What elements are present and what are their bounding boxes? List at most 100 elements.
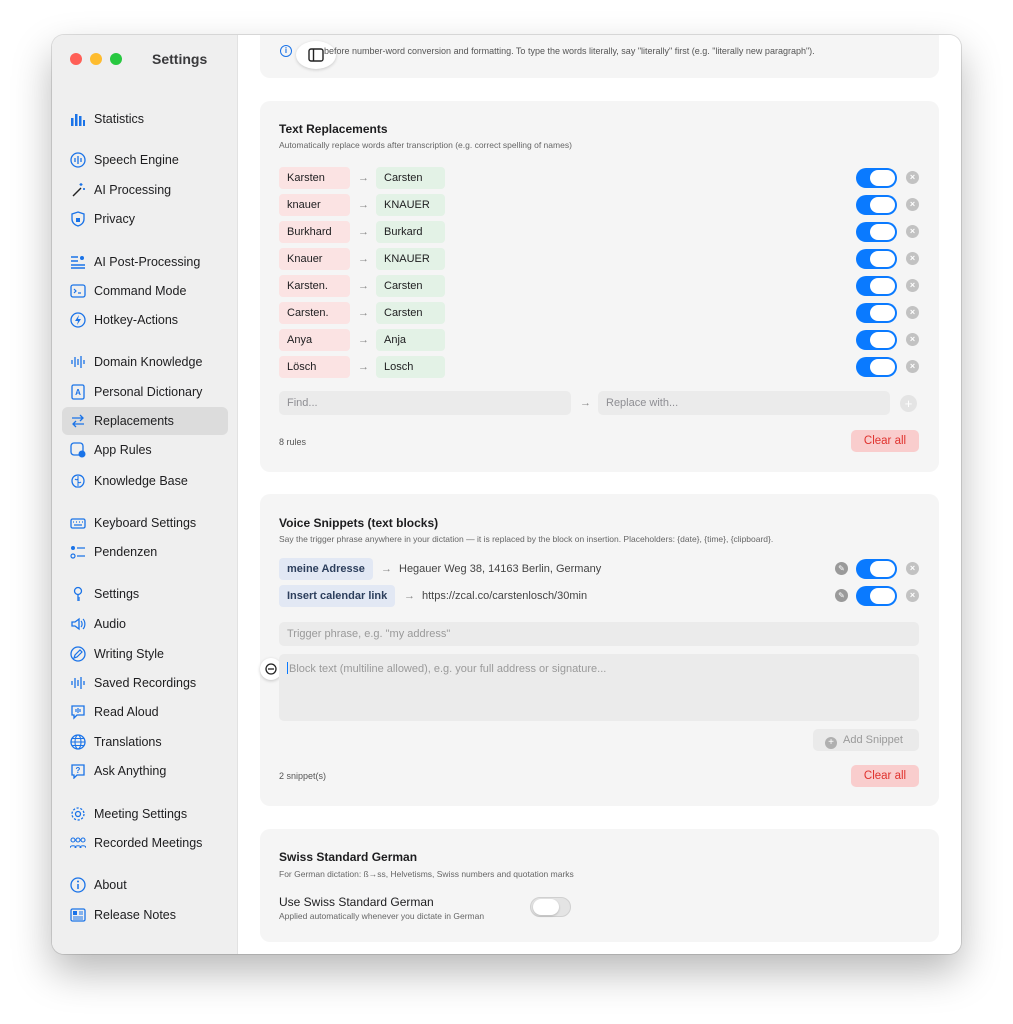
rule-enabled-toggle[interactable] [856, 276, 897, 296]
trigger-phrase-input[interactable]: Trigger phrase, e.g. "my address" [279, 622, 919, 646]
checklist-icon [69, 543, 87, 561]
sidebar-item-label: Writing Style [94, 647, 164, 661]
sidebar-item-hotkey-actions[interactable]: Hotkey-Actions [62, 306, 228, 334]
sidebar-item-knowledge-base[interactable]: Knowledge Base [62, 467, 228, 495]
waveform-icon [69, 353, 87, 371]
sidebar-item-domain-knowledge[interactable]: Domain Knowledge [62, 348, 228, 376]
rule-replace-chip[interactable]: Carsten [376, 302, 445, 324]
rule-row: Lösch → Losch × [279, 356, 920, 378]
rule-find-chip[interactable]: Carsten. [279, 302, 350, 324]
rule-enabled-toggle[interactable] [856, 249, 897, 269]
sidebar-item-writing-style[interactable]: Writing Style [62, 640, 228, 668]
dictation-info-card: i before number-word conversion and form… [260, 35, 939, 78]
sidebar-item-personal-dictionary[interactable]: A Personal Dictionary [62, 378, 228, 406]
sidebar-item-ai-post-processing[interactable]: AI Post-Processing [62, 248, 228, 276]
sidebar-item-pendenzen[interactable]: Pendenzen [62, 538, 228, 566]
delete-rule-icon[interactable]: × [906, 306, 919, 319]
rule-find-chip[interactable]: Karsten [279, 167, 350, 189]
sidebar-item-translations[interactable]: Translations [62, 728, 228, 756]
delete-rule-icon[interactable]: × [906, 198, 919, 211]
sidebar-item-label: Replacements [94, 414, 174, 428]
sidebar-item-replacements[interactable]: Replacements [62, 407, 228, 435]
sidebar-item-label: AI Processing [94, 183, 172, 197]
rule-enabled-toggle[interactable] [856, 222, 897, 242]
delete-rule-icon[interactable]: × [906, 279, 919, 292]
sidebar-item-keyboard-settings[interactable]: Keyboard Settings [62, 509, 228, 537]
sidebar-item-read-aloud[interactable]: Read Aloud [62, 698, 228, 726]
rule-enabled-toggle[interactable] [856, 357, 897, 377]
rule-enabled-toggle[interactable] [856, 330, 897, 350]
newspaper-icon [69, 906, 87, 924]
sidebar-item-about[interactable]: About [62, 871, 228, 899]
snippet-trigger-chip[interactable]: meine Adresse [279, 558, 373, 580]
brain-icon [69, 472, 87, 490]
settings-window: Settings Statistics Speech Engine AI Proce… [52, 35, 961, 954]
text-replacements-card: Text Replacements Automatically replace … [260, 101, 939, 472]
rule-find-chip[interactable]: Lösch [279, 356, 350, 378]
sidebar-item-label: Hotkey-Actions [94, 313, 179, 327]
sidebar-item-release-notes[interactable]: Release Notes [62, 901, 228, 929]
rule-enabled-toggle[interactable] [856, 195, 897, 215]
swiss-german-card: Swiss Standard German For German dictati… [260, 829, 939, 942]
rule-replace-chip[interactable]: KNAUER [376, 248, 445, 270]
swiss-german-toggle[interactable] [530, 897, 571, 917]
rule-replace-chip[interactable]: Losch [376, 356, 445, 378]
clear-all-snippets-button[interactable]: Clear all [851, 765, 919, 787]
rule-find-chip[interactable]: Anya [279, 329, 350, 351]
delete-rule-icon[interactable]: × [906, 333, 919, 346]
rule-row: Karsten → Carsten × [279, 167, 920, 189]
sidebar-item-audio[interactable]: Audio [62, 610, 228, 638]
sidebar-item-speech-engine[interactable]: Speech Engine [62, 146, 228, 174]
rule-enabled-toggle[interactable] [856, 168, 897, 188]
snippet-enabled-toggle[interactable] [856, 559, 897, 579]
rule-row: Burkhard → Burkard × [279, 221, 920, 243]
sidebar-item-app-rules[interactable]: App Rules [62, 436, 228, 464]
sidebar-item-recorded-meetings[interactable]: Recorded Meetings [62, 829, 228, 857]
rule-replace-chip[interactable]: KNAUER [376, 194, 445, 216]
rule-enabled-toggle[interactable] [856, 303, 897, 323]
sidebar-item-label: App Rules [94, 443, 152, 457]
snippet-trigger-chip[interactable]: Insert calendar link [279, 585, 396, 607]
sidebar-item-settings[interactable]: Settings [62, 580, 228, 608]
block-text-input[interactable]: Block text (multiline allowed), e.g. you… [279, 654, 919, 721]
rule-replace-chip[interactable]: Burkard [376, 221, 445, 243]
close-window-button[interactable] [70, 53, 82, 65]
rule-replace-chip[interactable]: Anja [376, 329, 445, 351]
clear-all-rules-button[interactable]: Clear all [851, 430, 919, 452]
find-input[interactable]: Find... [279, 391, 571, 415]
snippet-enabled-toggle[interactable] [856, 586, 897, 606]
info-text: before number-word conversion and format… [324, 46, 815, 56]
sidebar-item-meeting-settings[interactable]: Meeting Settings [62, 800, 228, 828]
delete-rule-icon[interactable]: × [906, 171, 919, 184]
rule-find-chip[interactable]: Karsten. [279, 275, 350, 297]
zoom-window-button[interactable] [110, 53, 122, 65]
rule-find-chip[interactable]: Burkhard [279, 221, 350, 243]
snippets-count: 2 snippet(s) [279, 771, 327, 781]
minimize-window-button[interactable] [90, 53, 102, 65]
delete-snippet-icon[interactable]: × [906, 589, 919, 602]
replace-input[interactable]: Replace with... [598, 391, 890, 415]
sidebar-item-command-mode[interactable]: Command Mode [62, 277, 228, 305]
sidebar-item-ai-processing[interactable]: AI Processing [62, 176, 228, 204]
edit-snippet-icon[interactable]: ✎ [835, 562, 848, 575]
delete-rule-icon[interactable]: × [906, 225, 919, 238]
sidebar-item-saved-recordings[interactable]: Saved Recordings [62, 669, 228, 697]
delete-rule-icon[interactable]: × [906, 252, 919, 265]
add-rule-button[interactable]: + [900, 395, 917, 412]
sidebar-item-ask-anything[interactable]: ? Ask Anything [62, 757, 228, 785]
edit-snippet-icon[interactable]: ✎ [835, 589, 848, 602]
delete-snippet-icon[interactable]: × [906, 562, 919, 575]
sidebar-item-label: Privacy [94, 212, 135, 226]
rule-replace-chip[interactable]: Carsten [376, 275, 445, 297]
pencil-circle-icon [69, 645, 87, 663]
sidebar-item-privacy[interactable]: Privacy [62, 205, 228, 233]
rule-find-chip[interactable]: knauer [279, 194, 350, 216]
add-snippet-button[interactable]: + Add Snippet [813, 729, 919, 751]
key-icon [69, 585, 87, 603]
rule-replace-chip[interactable]: Carsten [376, 167, 445, 189]
add-snippet-label: Add Snippet [843, 734, 903, 746]
voice-snippets-card: Voice Snippets (text blocks) Say the tri… [260, 494, 939, 806]
delete-rule-icon[interactable]: × [906, 360, 919, 373]
sidebar-item-statistics[interactable]: Statistics [62, 105, 228, 133]
rule-find-chip[interactable]: Knauer [279, 248, 350, 270]
